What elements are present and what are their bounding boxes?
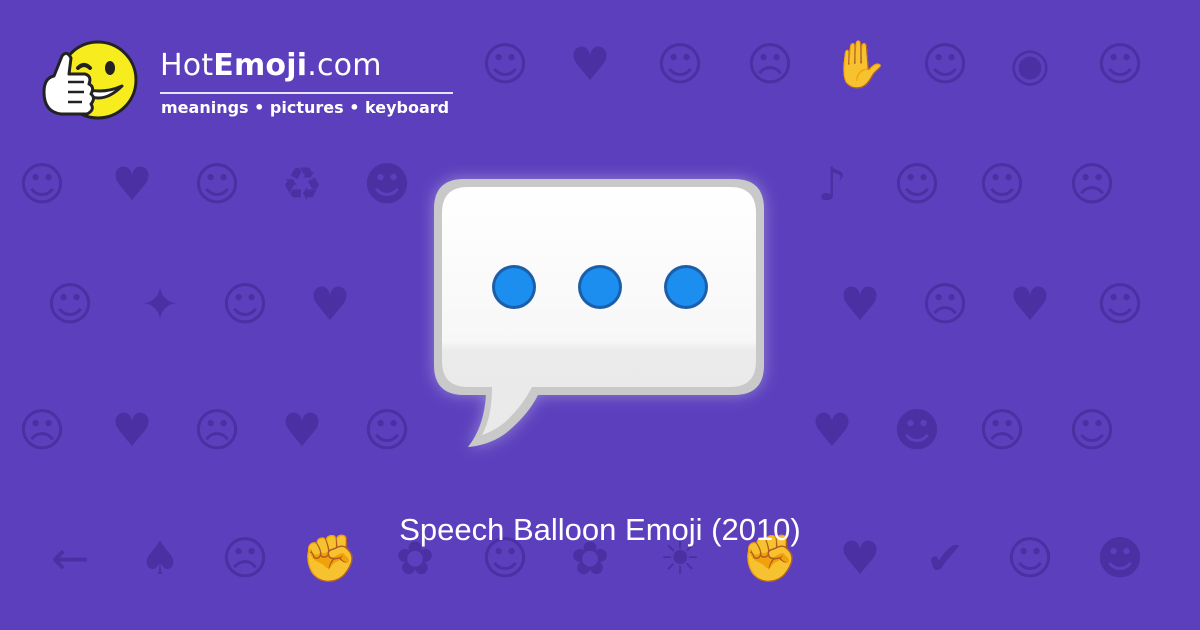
background-emoji-icon: ♥ [811,403,853,457]
background-emoji-icon: ☻ [363,157,411,211]
background-emoji-icon: ♥ [111,157,153,211]
background-emoji-icon: ♥ [839,277,881,331]
background-emoji-icon: ☹ [746,37,794,91]
background-emoji-icon: ☹ [978,403,1026,457]
background-emoji-icon: ☺ [1096,277,1144,331]
emoji-caption: Speech Balloon Emoji (2010) [399,512,801,547]
background-emoji-icon: ☹ [18,403,66,457]
site-tagline: meanings • pictures • keyboard [161,98,450,117]
background-emoji-icon: ◉ [1009,37,1051,91]
background-emoji-icon: ☺ [1068,403,1116,457]
site-logo[interactable]: HotEmoji.com meanings • pictures • keybo… [38,34,458,130]
background-emoji-icon: ♥ [111,403,153,457]
background-emoji-icon: ☺ [46,277,94,331]
background-emoji-icon: ♥ [569,37,611,91]
background-emoji-icon: ♥ [281,403,323,457]
site-name: HotEmoji.com [160,48,382,83]
thumbs-up-wink-icon [42,40,138,120]
background-emoji-icon: ✋ [831,37,889,91]
background-emoji-icon: ☺ [193,157,241,211]
background-emoji-icon: ✦ [140,277,180,331]
background-emoji-icon: ☺ [921,37,969,91]
background-emoji-icon: ☺ [893,157,941,211]
background-emoji-icon: ☺ [221,277,269,331]
background-emoji-icon: ♻ [281,157,323,211]
background-emoji-icon: ☺ [18,157,66,211]
background-emoji-icon: ☻ [893,403,941,457]
speech-balloon-icon [434,179,764,447]
background-emoji-icon: ☹ [921,277,969,331]
background-emoji-icon: ♪ [817,157,847,211]
background-emoji-icon: ♥ [1009,277,1051,331]
background-emoji-icon: ☺ [1096,37,1144,91]
background-emoji-icon: ♥ [309,277,351,331]
background-emoji-icon: ☹ [1068,157,1116,211]
background-emoji-icon: ☺ [363,403,411,457]
background-emoji-icon: ☺ [978,157,1026,211]
background-emoji-icon: ☹ [193,403,241,457]
background-emoji-icon: ☺ [656,37,704,91]
background-emoji-icon: ☺ [481,37,529,91]
logo-divider [160,92,453,94]
